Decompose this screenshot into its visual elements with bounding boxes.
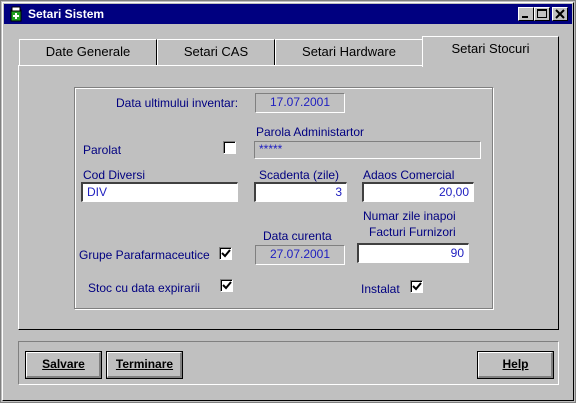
tab-label: Setari Stocuri <box>451 41 530 56</box>
instalat-label: Instalat <box>361 282 400 296</box>
settings-window: Setari Sistem Date Generale Setari CAS S… <box>0 0 576 403</box>
close-icon <box>555 9 565 19</box>
numar-zile-input[interactable]: 90 <box>357 243 469 263</box>
checkmark-icon <box>222 281 232 290</box>
tab-date-generale[interactable]: Date Generale <box>19 39 157 66</box>
tab-setari-stocuri[interactable]: Setari Stocuri <box>422 36 559 67</box>
save-button-label: Salvare <box>42 357 85 371</box>
admin-password-field[interactable]: ***** <box>254 141 481 159</box>
help-button-label: Help <box>502 357 529 371</box>
stoc-expirare-checkbox[interactable] <box>220 279 233 292</box>
numar-zile-label-line1: Numar zile inapoi <box>363 209 456 223</box>
checkmark-icon <box>221 249 231 258</box>
scadenta-label: Scadenta (zile) <box>259 168 340 182</box>
tab-label: Setari CAS <box>183 44 249 59</box>
grupe-parafarmaceutice-label: Grupe Parafarmaceutice <box>79 248 210 262</box>
instalat-checkbox[interactable] <box>410 280 423 293</box>
window-title: Setari Sistem <box>28 7 105 21</box>
tab-setari-cas[interactable]: Setari CAS <box>157 39 275 66</box>
cod-diversi-input[interactable]: DIV <box>81 182 238 202</box>
checkmark-icon <box>412 282 422 291</box>
terminate-button[interactable]: Terminare <box>106 351 183 379</box>
last-inventory-date-field: 17.07.2001 <box>255 93 345 113</box>
terminate-button-label: Terminare <box>115 357 174 371</box>
parolat-checkbox[interactable] <box>223 141 236 154</box>
close-button[interactable] <box>552 7 568 21</box>
adaos-comercial-input[interactable]: 20,00 <box>362 182 474 202</box>
tab-label: Date Generale <box>45 44 131 59</box>
maximize-icon <box>537 9 547 18</box>
cod-diversi-label: Cod Diversi <box>83 168 146 182</box>
grupe-parafarmaceutice-checkbox[interactable] <box>219 247 232 260</box>
adaos-comercial-label: Adaos Comercial <box>363 168 455 182</box>
minimize-icon <box>522 16 528 18</box>
help-button[interactable]: Help <box>477 351 554 379</box>
tab-label: Setari Hardware <box>302 44 396 59</box>
minimize-button[interactable] <box>518 7 534 21</box>
admin-password-label: Parola Administartor <box>256 125 365 139</box>
maximize-button[interactable] <box>534 7 550 21</box>
last-inventory-date-label: Data ultimului inventar: <box>116 96 239 110</box>
stoc-expirare-label: Stoc cu data expirarii <box>88 281 201 295</box>
title-bar[interactable]: Setari Sistem <box>4 4 572 24</box>
current-date-label: Data curenta <box>263 229 332 243</box>
app-icon <box>10 6 22 22</box>
save-button[interactable]: Salvare <box>25 351 102 379</box>
parolat-label: Parolat <box>83 143 122 157</box>
scadenta-input[interactable]: 3 <box>254 182 347 202</box>
tab-setari-hardware[interactable]: Setari Hardware <box>275 39 423 66</box>
numar-zile-label-line2: Facturi Furnizori <box>369 225 456 239</box>
current-date-field: 27.07.2001 <box>255 245 345 265</box>
